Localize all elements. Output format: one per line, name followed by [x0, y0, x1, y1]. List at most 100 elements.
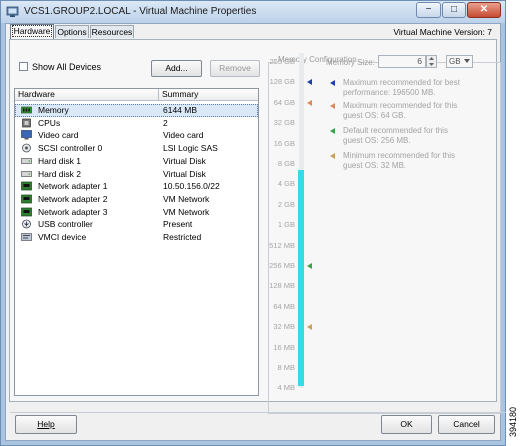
scsi-controller-icon — [21, 143, 32, 153]
memory-scale-label: 2 GB — [277, 199, 295, 209]
title-bar: VCS1.GROUP2.LOCAL - Virtual Machine Prop… — [1, 1, 505, 23]
recommendation-text: Default recommended for this guest OS: 2… — [343, 126, 448, 145]
memory-scale-marker — [307, 79, 312, 86]
hardware-row[interactable]: USB controller Present — [15, 218, 258, 231]
hardware-summary: LSI Logic SAS — [163, 143, 218, 154]
memory-scale-label: 8 MB — [277, 363, 295, 372]
hardware-summary: VM Network — [163, 193, 210, 204]
hardware-name: Network adapter 1 — [38, 181, 108, 192]
memory-scale-label: 64 MB — [273, 301, 295, 311]
hardware-row[interactable]: Network adapter 2 VM Network — [15, 193, 258, 206]
memory-scale-label: 128 GB — [269, 77, 295, 87]
memory-unit-select[interactable]: GB — [446, 55, 473, 68]
side-code: 394180 — [508, 407, 518, 437]
side-code-text: 394180 — [508, 407, 518, 437]
hardware-row[interactable]: SCSI controller 0 LSI Logic SAS — [15, 142, 258, 155]
hardware-name: Hard disk 1 — [38, 155, 81, 166]
recommendation-marker-icon — [330, 128, 335, 134]
vm-version-label: Virtual Machine Version: 7 — [393, 27, 492, 37]
hardware-summary: Video card — [163, 130, 204, 141]
hardware-name: Video card — [38, 130, 79, 141]
hardware-name: VMCI device — [38, 232, 87, 242]
memory-scale-label: 4 GB — [277, 179, 295, 189]
hardware-name: Memory — [38, 105, 69, 115]
show-all-devices-label: Show All Devices — [32, 62, 102, 72]
remove-button[interactable]: Remove — [210, 60, 260, 77]
recommendation-marker-icon — [330, 153, 335, 159]
memory-scale-label: 1 GB — [277, 220, 295, 230]
hardware-row[interactable]: Network adapter 1 10.50.156.0/22 — [15, 180, 258, 193]
memory-scale-marker — [307, 263, 312, 269]
chevron-down-icon — [464, 59, 470, 63]
vm-icon — [6, 6, 19, 17]
network-adapter-icon — [21, 207, 32, 217]
memory-scale-label: 16 MB — [273, 342, 295, 352]
recommendation-text: Maximum recommended for best performance… — [343, 78, 460, 97]
recommendation-text: Minimum recommended for this guest OS: 3… — [343, 151, 456, 170]
hardware-row[interactable]: Hard disk 2 Virtual Disk — [15, 168, 258, 181]
usb-controller-icon — [21, 219, 32, 229]
memory-unit-value: GB — [449, 57, 461, 66]
memory-size-spinner[interactable] — [426, 55, 437, 68]
hardware-row[interactable]: Hard disk 1 Virtual Disk — [15, 155, 258, 168]
maximize-button[interactable]: □ — [442, 2, 466, 18]
hardware-summary: VM Network — [163, 206, 210, 217]
hardware-summary: 6144 MB — [163, 105, 198, 115]
memory-scale-label: 16 GB — [273, 138, 295, 148]
hardware-name: Network adapter 3 — [38, 206, 108, 217]
hardware-row[interactable]: Network adapter 3 VM Network — [15, 206, 258, 219]
memory-scale-marker — [307, 324, 312, 331]
hardware-table: Hardware Summary Memory 6144 MB CPUs 2 Video… — [14, 88, 259, 396]
tab-options[interactable]: Options — [55, 25, 89, 38]
tab-resources[interactable]: Resources — [90, 25, 134, 38]
hardware-summary: Present — [163, 219, 193, 230]
cancel-button[interactable]: Cancel — [438, 415, 495, 434]
recommendation-marker-icon — [330, 103, 335, 109]
hardware-row[interactable]: CPUs 2 — [15, 117, 258, 130]
hardware-row[interactable]: Video card Video card — [15, 129, 258, 142]
tab-hardware-label: Hardware — [11, 25, 53, 37]
column-header-hardware[interactable]: Hardware — [15, 89, 159, 101]
ok-button[interactable]: OK — [381, 415, 432, 434]
hardware-name: CPUs — [38, 117, 61, 128]
show-all-devices-checkbox[interactable] — [19, 62, 28, 71]
footer-divider — [10, 412, 506, 413]
video-card-icon — [21, 130, 32, 140]
network-adapter-icon — [21, 181, 32, 191]
memory-scale-label: 255 GB — [269, 57, 295, 66]
hardware-row[interactable]: Memory 6144 MB — [15, 104, 258, 117]
hardware-summary: Restricted — [163, 232, 202, 242]
hardware-summary: 10.50.156.0/22 — [163, 181, 220, 192]
hardware-name: USB controller — [38, 219, 93, 230]
memory-scale-label: 256 MB — [269, 261, 295, 270]
memory-scale-label: 8 GB — [277, 159, 295, 168]
memory-size-label: Memory Size: — [326, 58, 375, 67]
window-title: VCS1.GROUP2.LOCAL - Virtual Machine Prop… — [24, 6, 257, 17]
spinner-arrows-icon — [429, 57, 434, 66]
memory-scale-label: 32 GB — [273, 118, 295, 128]
network-adapter-icon — [21, 194, 32, 204]
help-button[interactable]: Help — [15, 415, 77, 434]
hard-disk-icon — [21, 156, 32, 166]
hardware-row[interactable]: VMCI device Restricted — [15, 231, 258, 244]
hard-disk-icon — [21, 169, 32, 179]
hardware-summary: 2 — [163, 117, 168, 128]
memory-slider-fill — [298, 170, 304, 386]
memory-icon — [21, 105, 32, 115]
memory-scale-label: 512 MB — [269, 240, 295, 250]
vmci-device-icon — [21, 232, 32, 242]
hardware-summary: Virtual Disk — [163, 168, 206, 179]
hardware-summary: Virtual Disk — [163, 155, 206, 166]
hardware-name: SCSI controller 0 — [38, 143, 103, 154]
hardware-name: Network adapter 2 — [38, 193, 108, 204]
minimize-button[interactable]: − — [416, 2, 441, 18]
recommendation-text: Maximum recommended for this guest OS: 6… — [343, 101, 458, 120]
memory-scale-label: 4 MB — [277, 383, 295, 393]
memory-size-input[interactable]: 6 — [378, 55, 426, 68]
add-button[interactable]: Add... — [151, 60, 202, 77]
tab-hardware[interactable]: Hardware — [10, 24, 54, 39]
close-button[interactable]: ✕ — [467, 2, 501, 18]
memory-scale-label: 32 MB — [273, 322, 295, 332]
cpu-icon — [21, 118, 32, 128]
column-header-summary[interactable]: Summary — [159, 89, 258, 101]
